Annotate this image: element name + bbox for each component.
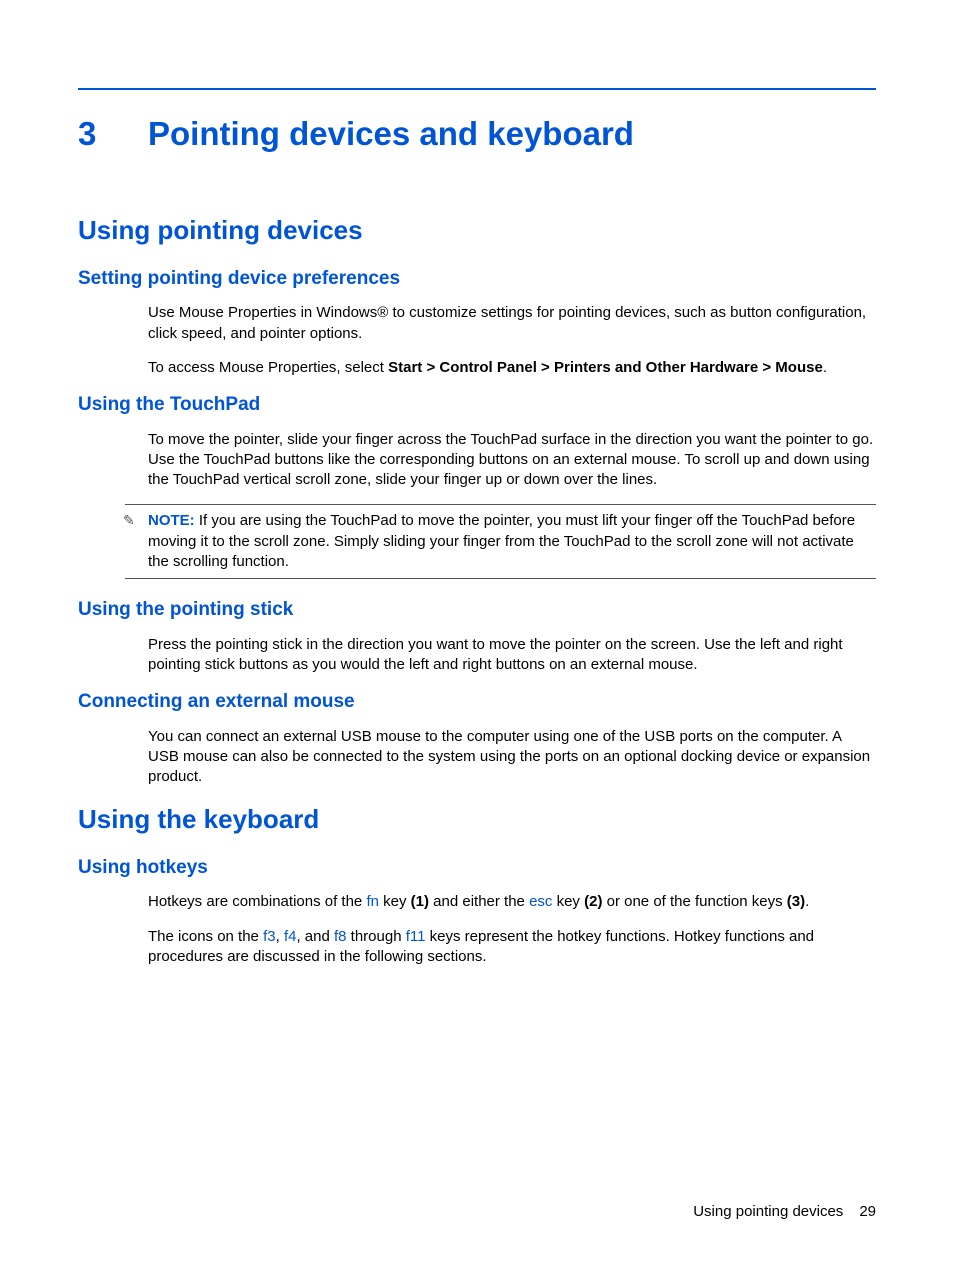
callout: (1) [411,893,429,910]
text: key [379,893,411,910]
paragraph: Use Mouse Properties in Windows® to cust… [148,303,876,344]
text: . [805,893,809,910]
footer-section: Using pointing devices [693,1203,843,1220]
subheading-touchpad: Using the TouchPad [78,392,876,418]
page-number: 29 [859,1203,876,1220]
text: through [347,928,406,945]
subheading-external-mouse: Connecting an external mouse [78,689,876,715]
chapter-number: 3 [78,112,148,157]
paragraph: Press the pointing stick in the directio… [148,635,876,676]
text: , and [296,928,334,945]
key-f8: f8 [334,928,347,945]
page-footer: Using pointing devices 29 [693,1202,876,1222]
text: . [823,359,827,376]
callout: (3) [787,893,805,910]
note-text: If you are using the TouchPad to move th… [148,512,855,570]
key-f3: f3 [263,928,276,945]
subheading-pointing-stick: Using the pointing stick [78,597,876,623]
text: , [276,928,284,945]
section-pointing-devices: Using pointing devices [78,213,876,248]
callout: (2) [584,893,602,910]
note-box: ✎ NOTE: If you are using the TouchPad to… [125,504,876,579]
text: and either the [429,893,529,910]
menu-path: Start > Control Panel > Printers and Oth… [388,359,823,376]
subheading-preferences: Setting pointing device preferences [78,266,876,292]
note-icon: ✎ [123,511,135,530]
page: 3Pointing devices and keyboard Using poi… [0,0,954,1270]
subheading-hotkeys: Using hotkeys [78,855,876,881]
text: The icons on the [148,928,263,945]
note-content: NOTE: If you are using the TouchPad to m… [148,511,876,572]
section-keyboard: Using the keyboard [78,802,876,837]
chapter-heading: 3Pointing devices and keyboard [78,112,876,157]
paragraph: To access Mouse Properties, select Start… [148,358,876,378]
paragraph: Hotkeys are combinations of the fn key (… [148,892,876,912]
text: Hotkeys are combinations of the [148,893,366,910]
chapter-rule [78,88,876,90]
note-label: NOTE: [148,512,195,529]
key-fn: fn [366,893,379,910]
paragraph: To move the pointer, slide your finger a… [148,430,876,491]
text: or one of the function keys [602,893,786,910]
key-esc: esc [529,893,552,910]
paragraph: The icons on the f3, f4, and f8 through … [148,927,876,968]
key-f4: f4 [284,928,297,945]
paragraph: You can connect an external USB mouse to… [148,727,876,788]
chapter-title: Pointing devices and keyboard [148,115,634,152]
text: key [552,893,584,910]
text: To access Mouse Properties, select [148,359,388,376]
key-f11: f11 [406,928,426,945]
